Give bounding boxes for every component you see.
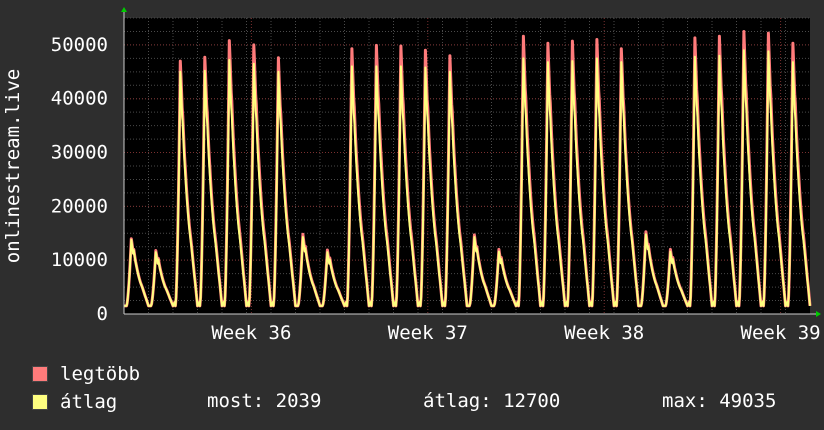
- y-tick-label: 50000: [51, 34, 108, 56]
- x-tick-label: Week 36: [211, 322, 291, 344]
- stat-most: most: 2039: [207, 390, 322, 412]
- legend-label-atlag: átlag: [60, 391, 118, 413]
- y-axis-arrow: [121, 7, 127, 12]
- x-tick-label: Week 39: [741, 322, 821, 344]
- x-tick-label: Week 37: [388, 322, 468, 344]
- stat-max: max: 49035: [662, 390, 777, 412]
- legend-swatch-legtobb: [32, 366, 48, 382]
- y-tick-label: 0: [97, 303, 108, 325]
- y-tick-label: 30000: [51, 142, 108, 164]
- legend-swatch-atlag: [32, 394, 48, 410]
- y-tick-label: 40000: [51, 88, 108, 110]
- stat-atlag: átlag: 12700: [423, 390, 561, 412]
- legend-item-legtobb: legtöbb: [32, 363, 140, 385]
- x-tick-label: Week 38: [564, 322, 644, 344]
- y-tick-label: 20000: [51, 195, 108, 217]
- y-tick-label: 10000: [51, 249, 108, 271]
- legend-item-atlag: átlag: [32, 391, 117, 413]
- x-axis-arrow: [816, 311, 821, 317]
- legend-label-legtobb: legtöbb: [60, 363, 141, 385]
- y-axis-label: onlinestream.live: [2, 69, 24, 263]
